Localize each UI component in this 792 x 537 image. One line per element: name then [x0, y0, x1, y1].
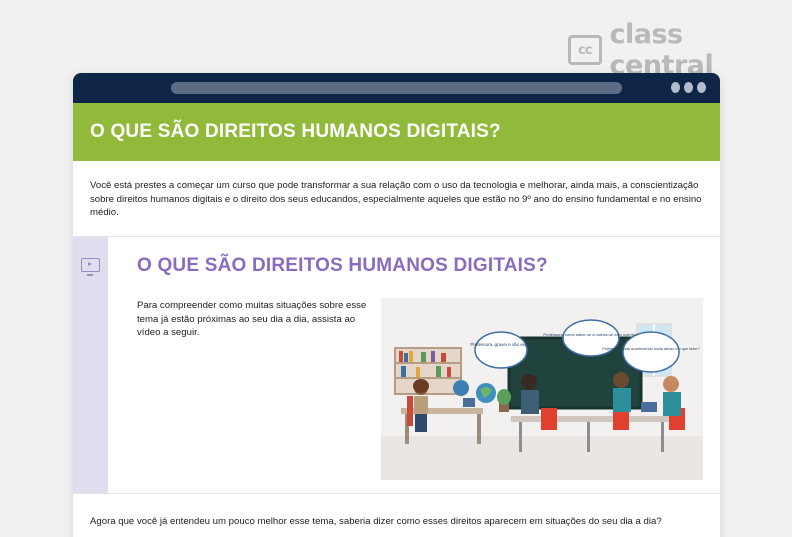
menu-dot: [671, 82, 680, 93]
classroom-illustration[interactable]: Professora, gravei e vão expor Professor…: [381, 298, 703, 480]
follow-up-question: Agora que você já entendeu um pouco melh…: [90, 516, 662, 527]
section-content: Para compreender como muitas situações s…: [137, 298, 703, 480]
speech-bubble-3: Professora, está acontecendo muito abuso…: [602, 347, 700, 351]
section-title: O QUE SÃO DIREITOS HUMANOS DIGITAIS?: [137, 255, 548, 276]
page-header: O QUE SÃO DIREITOS HUMANOS DIGITAIS?: [73, 103, 720, 161]
browser-toolbar: [73, 73, 720, 103]
class-central-logo: cc class central: [568, 19, 792, 81]
video-icon: [81, 258, 100, 276]
speech-bubble-1: Professora, gravei e vão expor: [470, 342, 532, 347]
class-central-logo-text: class central: [609, 19, 714, 81]
classroom-illustration-svg: Professora, gravei e vão expor Professor…: [381, 319, 703, 480]
menu-dot: [697, 82, 706, 93]
section-body: O QUE SÃO DIREITOS HUMANOS DIGITAIS? Par…: [108, 237, 720, 493]
section-description: Para compreender como muitas situações s…: [137, 300, 367, 339]
address-bar[interactable]: [171, 82, 622, 94]
section-rail: [73, 237, 108, 493]
browser-window: O QUE SÃO DIREITOS HUMANOS DIGITAIS? Voc…: [73, 73, 720, 537]
video-section: O QUE SÃO DIREITOS HUMANOS DIGITAIS? Par…: [73, 237, 720, 494]
browser-menu-icon[interactable]: [671, 82, 706, 93]
page-title: O QUE SÃO DIREITOS HUMANOS DIGITAIS?: [90, 121, 501, 142]
class-central-logo-mark: cc: [568, 35, 602, 65]
menu-dot: [684, 82, 693, 93]
intro-paragraph: Você está prestes a começar um curso que…: [73, 161, 720, 237]
speech-bubble-2: Professora, como saber se a notícia de ó…: [543, 332, 639, 337]
